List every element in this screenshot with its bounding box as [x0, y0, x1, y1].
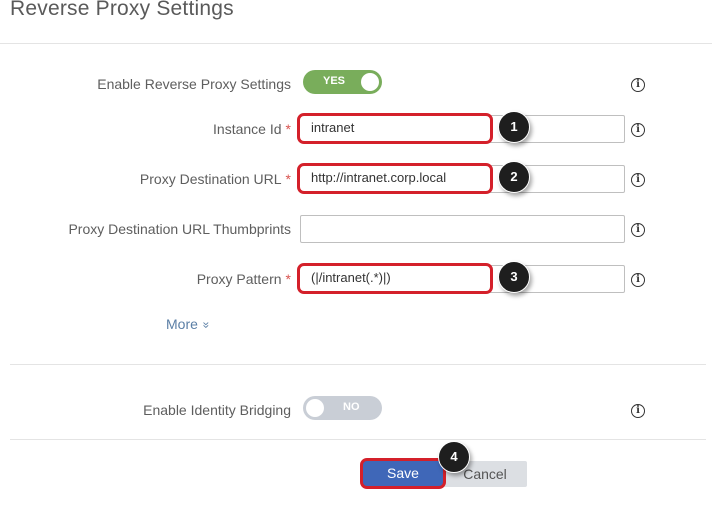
proxy-pattern-label-text: Proxy Pattern [196, 271, 282, 287]
thumbprints-label: Proxy Destination URL Thumbprints [68, 221, 291, 237]
toggle-knob [361, 73, 379, 91]
required-asterisk: * [285, 171, 291, 187]
enable-reverse-proxy-label-text: Enable Reverse Proxy Settings [97, 76, 291, 92]
proxy-pattern-input[interactable]: (|/intranet(.*)|) [297, 263, 493, 294]
callout-badge-4: 4 [438, 441, 470, 473]
save-button[interactable]: Save [360, 458, 446, 489]
title-divider [0, 43, 712, 44]
proxy-destination-url-value: http://intranet.corp.local [311, 170, 447, 185]
instance-id-label-text: Instance Id [213, 121, 282, 137]
identity-bridging-label: Enable Identity Bridging [143, 402, 291, 418]
double-chevron-down-icon: » [199, 321, 214, 329]
instance-id-input[interactable]: intranet [297, 113, 493, 144]
toggle-state-text: NO [343, 401, 360, 413]
callout-badge-3: 3 [498, 261, 530, 293]
required-asterisk: * [285, 271, 291, 287]
instance-id-value: intranet [311, 120, 355, 135]
identity-bridging-label-text: Enable Identity Bridging [143, 402, 291, 418]
info-icon[interactable]: i [631, 273, 645, 287]
enable-reverse-proxy-toggle[interactable]: YES [303, 70, 382, 94]
section-divider [10, 364, 706, 365]
proxy-pattern-value: (|/intranet(.*)|) [311, 270, 391, 285]
proxy-destination-url-label: Proxy Destination URL * [140, 171, 291, 187]
page-title: Reverse Proxy Settings [10, 0, 234, 20]
instance-id-label: Instance Id * [213, 121, 291, 137]
proxy-destination-url-label-text: Proxy Destination URL [139, 171, 282, 187]
thumbprints-input[interactable] [300, 215, 625, 243]
info-icon[interactable]: i [631, 173, 645, 187]
callout-badge-2: 2 [498, 161, 530, 193]
required-asterisk: * [285, 121, 291, 137]
proxy-pattern-label: Proxy Pattern * [197, 271, 291, 287]
enable-reverse-proxy-label: Enable Reverse Proxy Settings [97, 76, 291, 92]
proxy-destination-url-input[interactable]: http://intranet.corp.local [297, 163, 493, 194]
identity-bridging-toggle[interactable]: NO [303, 396, 382, 420]
info-icon[interactable]: i [631, 223, 645, 237]
info-icon[interactable]: i [631, 404, 645, 418]
info-icon[interactable]: i [631, 78, 645, 92]
toggle-knob [306, 399, 324, 417]
callout-badge-1: 1 [498, 111, 530, 143]
footer-divider [10, 439, 706, 440]
more-link[interactable]: More » [166, 316, 213, 332]
more-label: More [166, 316, 198, 332]
toggle-state-text: YES [323, 75, 346, 87]
info-icon[interactable]: i [631, 123, 645, 137]
thumbprints-label-text: Proxy Destination URL Thumbprints [68, 221, 291, 237]
